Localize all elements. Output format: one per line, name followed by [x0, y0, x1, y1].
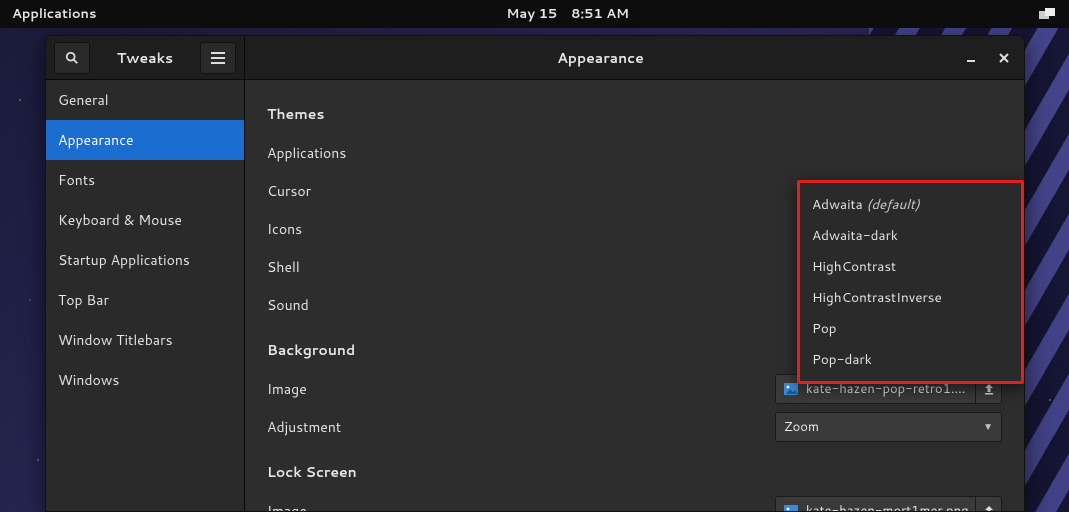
upload-icon [983, 505, 995, 511]
chevron-down-icon: ▼ [983, 420, 993, 434]
applications-menu[interactable]: Applications [12, 5, 96, 23]
row-label: Adjustment [267, 417, 341, 437]
section-heading-lockscreen: Lock Screen [267, 462, 1002, 482]
date-label: May 15 [506, 5, 557, 23]
theme-option-pop[interactable]: Pop [800, 313, 1021, 344]
sidebar-item-window-titlebars[interactable]: Window Titlebars [46, 320, 244, 360]
image-file-icon [780, 505, 802, 511]
theme-option-highcontrastinverse[interactable]: HighContrastInverse [800, 282, 1021, 313]
theme-label: Applications [267, 143, 346, 163]
network-icon [1039, 7, 1057, 21]
search-button[interactable] [54, 42, 90, 74]
file-open-button[interactable] [975, 497, 1001, 511]
sidebar-item-windows[interactable]: Windows [46, 360, 244, 400]
system-tray[interactable] [1039, 7, 1057, 21]
theme-label: Cursor [267, 181, 311, 201]
sidebar: General Appearance Fonts Keyboard & Mous… [46, 80, 245, 511]
theme-label: Shell [267, 257, 300, 277]
background-adjustment-row: Adjustment Zoom ▼ [267, 408, 1002, 446]
theme-row-applications: Applications [267, 134, 1002, 172]
sidebar-item-general[interactable]: General [46, 80, 244, 120]
search-icon [65, 51, 79, 65]
adjustment-dropdown[interactable]: Zoom ▼ [775, 412, 1002, 442]
sidebar-item-fonts[interactable]: Fonts [46, 160, 244, 200]
theme-label: Sound [267, 295, 309, 315]
applications-theme-dropdown[interactable]: Adwaita (default) Adwaita-dark HighContr… [797, 180, 1024, 384]
tweaks-window: Tweaks Appearance General [45, 35, 1025, 512]
sidebar-item-appearance[interactable]: Appearance [46, 120, 244, 160]
file-name: kate-hazen-mort1mer.png [802, 502, 975, 511]
theme-option-adwaita[interactable]: Adwaita (default) [800, 189, 1021, 220]
clock[interactable]: May 15 8:51 AM [506, 5, 629, 23]
row-label: Image [267, 501, 307, 511]
page-title: Appearance [245, 48, 956, 68]
minimize-button[interactable] [956, 42, 988, 74]
section-heading-themes: Themes [267, 104, 1002, 124]
sidebar-item-startup-applications[interactable]: Startup Applications [46, 240, 244, 280]
hamburger-menu-button[interactable] [200, 42, 236, 74]
titlebar: Tweaks Appearance [46, 36, 1024, 80]
sidebar-item-top-bar[interactable]: Top Bar [46, 280, 244, 320]
option-label: Adwaita [812, 195, 863, 214]
content-pane: Themes Applications Cursor Icons Shell ⚠… [245, 80, 1024, 511]
hamburger-icon [211, 52, 225, 64]
image-file-icon [780, 383, 802, 395]
gnome-top-bar: Applications May 15 8:51 AM [0, 0, 1069, 28]
theme-option-highcontrast[interactable]: HighContrast [800, 251, 1021, 282]
sidebar-item-keyboard-mouse[interactable]: Keyboard & Mouse [46, 200, 244, 240]
theme-option-pop-dark[interactable]: Pop-dark [800, 344, 1021, 375]
theme-label: Icons [267, 219, 302, 239]
dropdown-value: Zoom [784, 418, 819, 436]
close-button[interactable] [988, 42, 1020, 74]
close-icon [999, 53, 1009, 63]
row-label: Image [267, 379, 307, 399]
upload-icon [983, 383, 995, 395]
default-suffix: (default) [866, 195, 919, 214]
theme-option-adwaita-dark[interactable]: Adwaita-dark [800, 220, 1021, 251]
app-title: Tweaks [90, 48, 200, 68]
minimize-icon [967, 53, 977, 63]
lockscreen-image-chooser[interactable]: kate-hazen-mort1mer.png [775, 496, 1002, 511]
lockscreen-image-row: Image kate-hazen-mort1mer.png [267, 492, 1002, 511]
time-label: 8:51 AM [571, 5, 629, 23]
